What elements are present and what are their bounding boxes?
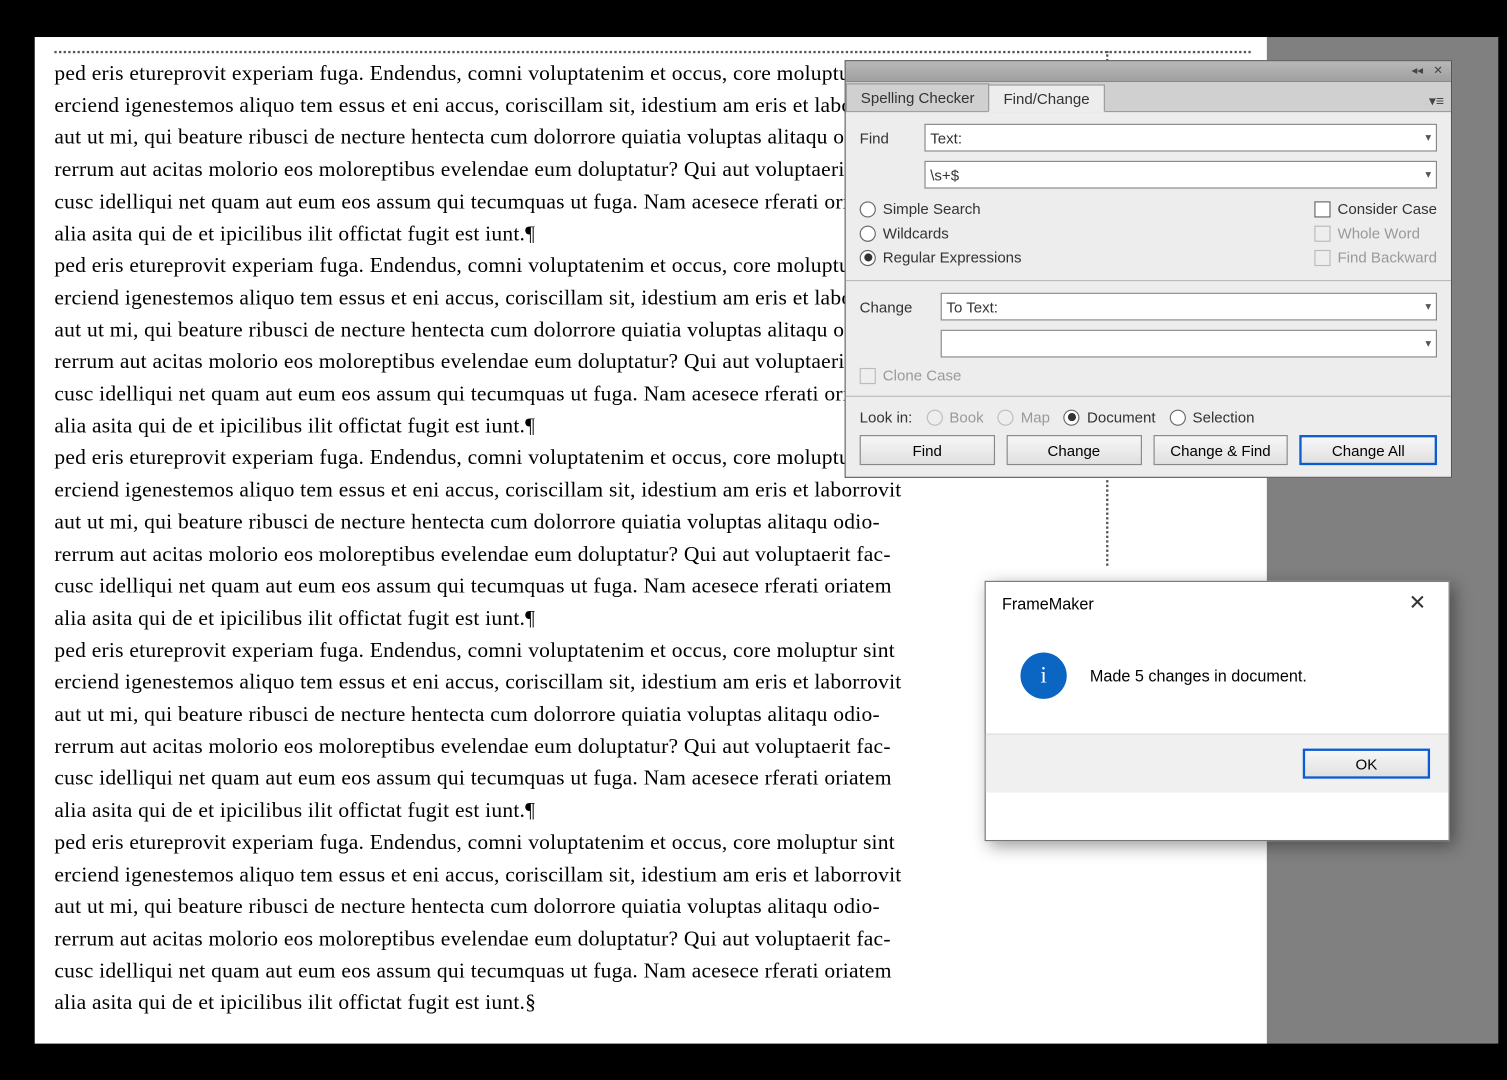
radio-simple-search[interactable]: Simple Search <box>860 200 1022 217</box>
find-change-panel: ◂◂ ✕ Spelling Checker Find/Change ▾≡ Fin… <box>845 60 1452 478</box>
chevron-down-icon: ▾ <box>1425 168 1431 181</box>
radio-lookin-document[interactable]: Document <box>1064 408 1156 425</box>
message-dialog: FrameMaker ✕ i Made 5 changes in documen… <box>985 581 1450 841</box>
close-icon[interactable]: ✕ <box>1400 591 1435 615</box>
find-type-value: Text: <box>930 129 962 146</box>
change-type-value: To Text: <box>946 298 998 315</box>
radio-lookin-selection[interactable]: Selection <box>1169 408 1254 425</box>
change-all-button[interactable]: Change All <box>1300 435 1437 465</box>
change-and-find-button[interactable]: Change & Find <box>1153 435 1288 465</box>
radio-lookin-book: Book <box>926 408 983 425</box>
panel-tabs: Spelling Checker Find/Change ▾≡ <box>846 82 1451 112</box>
panel-menu-icon[interactable]: ▾≡ <box>1422 90 1451 111</box>
separator <box>846 280 1451 281</box>
find-type-dropdown[interactable]: Text: ▾ <box>924 124 1437 152</box>
find-label: Find <box>860 129 925 146</box>
tab-spelling-checker[interactable]: Spelling Checker <box>846 83 990 111</box>
chevron-down-icon: ▾ <box>1425 300 1431 313</box>
panel-close-icon[interactable]: ✕ <box>1430 64 1446 78</box>
radio-lookin-map: Map <box>998 408 1050 425</box>
change-label: Change <box>860 298 941 315</box>
info-icon: i <box>1020 653 1066 699</box>
separator <box>846 396 1451 397</box>
chevron-down-icon: ▾ <box>1425 131 1431 144</box>
check-find-backward: Find Backward <box>1314 249 1437 266</box>
change-type-dropdown[interactable]: To Text: ▾ <box>941 293 1437 321</box>
panel-collapse-icon[interactable]: ◂◂ <box>1409 64 1425 78</box>
dialog-title: FrameMaker <box>1002 594 1094 613</box>
check-whole-word: Whole Word <box>1314 224 1437 241</box>
find-text-input[interactable]: \s+$ ▾ <box>924 161 1437 189</box>
check-clone-case: Clone Case <box>860 367 1437 384</box>
radio-regular-expressions[interactable]: Regular Expressions <box>860 249 1022 266</box>
lookin-label: Look in: <box>860 408 913 425</box>
dialog-message: Made 5 changes in document. <box>1090 666 1307 685</box>
ok-button[interactable]: OK <box>1303 749 1430 779</box>
chevron-down-icon: ▾ <box>1425 337 1431 350</box>
find-text-value: \s+$ <box>930 166 959 183</box>
tab-find-change[interactable]: Find/Change <box>988 84 1104 112</box>
top-margin-guide <box>54 51 1250 53</box>
check-consider-case[interactable]: Consider Case <box>1314 200 1437 217</box>
change-button[interactable]: Change <box>1006 435 1141 465</box>
find-button[interactable]: Find <box>860 435 995 465</box>
radio-wildcards[interactable]: Wildcards <box>860 224 1022 241</box>
change-text-input[interactable]: ▾ <box>941 330 1437 358</box>
panel-titlebar: ◂◂ ✕ <box>846 61 1451 82</box>
